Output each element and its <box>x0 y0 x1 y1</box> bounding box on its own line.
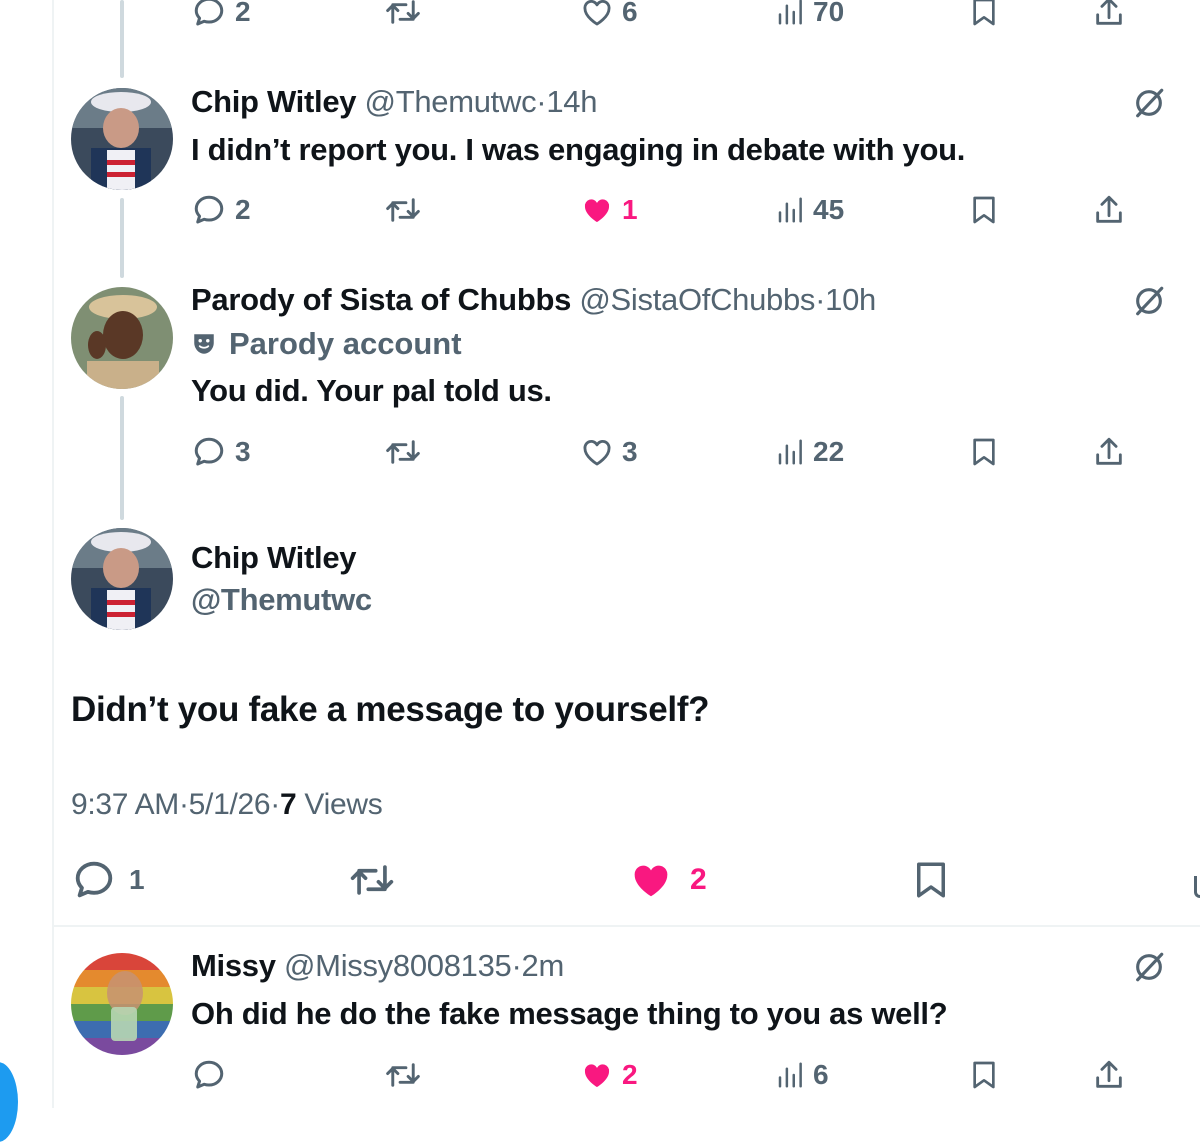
views-icon <box>778 197 802 223</box>
avatar[interactable] <box>71 88 173 190</box>
views-button[interactable]: 70 <box>775 0 844 32</box>
author-handle[interactable]: @Themutwc <box>191 582 372 618</box>
retweet-icon <box>386 0 420 24</box>
avatar[interactable] <box>71 953 173 1055</box>
tweet-meta: 9:37 AM·5/1/26·7 Views <box>71 788 383 821</box>
grok-icon[interactable] <box>1132 950 1166 984</box>
heart-icon <box>634 865 668 897</box>
divider <box>54 925 1200 927</box>
like-button[interactable]: 2 <box>580 1055 638 1095</box>
author-name[interactable]: Parody of Sista of Chubbs <box>191 282 571 317</box>
post-time[interactable]: 9:37 AM <box>71 788 179 821</box>
reply-button[interactable]: 2 <box>191 0 251 32</box>
heart-icon <box>583 0 611 26</box>
like-button[interactable]: 6 <box>580 0 638 32</box>
like-button[interactable]: 3 <box>580 432 638 472</box>
bookmark-button[interactable] <box>910 856 952 904</box>
share-icon <box>1096 195 1122 223</box>
retweet-button[interactable] <box>384 0 422 32</box>
focused-actions: 1 2 <box>0 856 1200 904</box>
share-icon <box>1096 1060 1122 1088</box>
tweet-header: Parody of Sista of Chubbs @SistaOfChubbs… <box>191 282 876 318</box>
timeline-border <box>52 0 54 1108</box>
focused-tweet-text: Didn’t you fake a message to yourself? <box>71 690 710 729</box>
like-button[interactable]: 2 <box>628 856 707 904</box>
share-icon[interactable] <box>1194 876 1200 898</box>
tweet-actions: 2 1 45 <box>0 190 1200 230</box>
heart-icon <box>583 440 611 466</box>
bookmark-button[interactable] <box>968 432 1000 472</box>
reply-icon <box>75 861 113 898</box>
tweet-text: I didn’t report you. I was engaging in d… <box>191 132 966 167</box>
heart-icon <box>584 1064 610 1088</box>
tweet-text: Oh did he do the fake message thing to y… <box>191 996 948 1031</box>
parody-label: Parody account <box>191 326 462 362</box>
parody-mask-icon <box>194 334 214 354</box>
separator: · <box>815 282 826 317</box>
post-date[interactable]: 5/1/26 <box>189 788 271 821</box>
reply-icon <box>194 0 224 26</box>
bookmark-icon <box>973 438 995 466</box>
retweet-button[interactable] <box>384 1055 422 1095</box>
reply-icon <box>194 437 224 466</box>
reply-icon <box>194 195 224 224</box>
timestamp[interactable]: 2m <box>522 948 565 983</box>
author-name[interactable]: Missy <box>191 948 276 983</box>
retweet-icon <box>386 198 420 222</box>
reply-button[interactable]: 3 <box>191 432 251 472</box>
heart-icon <box>584 199 610 223</box>
share-button[interactable] <box>1092 190 1126 230</box>
grok-icon[interactable] <box>1132 86 1166 120</box>
views-label: Views <box>304 788 383 821</box>
views-icon <box>778 0 802 25</box>
separator: · <box>536 84 547 119</box>
bookmark-icon <box>973 196 995 224</box>
reply-button[interactable]: 2 <box>191 190 251 230</box>
views-count: 7 <box>279 788 297 821</box>
tweet-actions: 2 6 70 <box>0 0 1200 32</box>
retweet-button[interactable] <box>384 190 422 230</box>
author-handle[interactable]: @SistaOfChubbs <box>579 282 815 317</box>
views-button[interactable]: 45 <box>775 190 844 230</box>
bookmark-button[interactable] <box>968 190 1000 230</box>
share-button[interactable] <box>1092 432 1126 472</box>
timestamp[interactable]: 10h <box>825 282 876 317</box>
views-button[interactable]: 6 <box>775 1055 829 1095</box>
bookmark-icon <box>917 862 945 898</box>
bookmark-button[interactable] <box>968 0 1000 32</box>
tweet-actions: 2 6 <box>0 1055 1200 1095</box>
share-icon <box>1096 0 1122 25</box>
reply-button[interactable]: 1 <box>71 856 145 904</box>
tweet-text: You did. Your pal told us. <box>191 373 552 408</box>
bookmark-icon <box>973 1061 995 1089</box>
author-name[interactable]: Chip Witley <box>191 540 357 576</box>
tweet-actions: 3 3 22 <box>0 432 1200 472</box>
share-icon <box>1096 437 1122 465</box>
bookmark-button[interactable] <box>968 1055 1000 1095</box>
views-icon <box>778 1062 802 1088</box>
retweet-icon <box>386 1063 420 1087</box>
grok-icon[interactable] <box>1132 284 1166 318</box>
views-button[interactable]: 22 <box>775 432 844 472</box>
reply-icon <box>194 1060 224 1089</box>
retweet-icon <box>386 440 420 464</box>
bookmark-icon <box>973 0 995 26</box>
share-button[interactable] <box>1092 0 1126 32</box>
tweet-header: Missy @Missy8008135·2m <box>191 948 564 984</box>
views-icon <box>778 439 802 465</box>
like-button[interactable]: 1 <box>580 190 638 230</box>
retweet-button[interactable] <box>384 432 422 472</box>
timestamp[interactable]: 14h <box>546 84 597 119</box>
retweet-icon <box>350 865 394 895</box>
reply-button[interactable] <box>191 1055 235 1095</box>
avatar[interactable] <box>71 287 173 389</box>
author-handle[interactable]: @Missy8008135 <box>284 948 512 983</box>
tweet-header: Chip Witley @Themutwc·14h <box>191 84 597 120</box>
retweet-button[interactable] <box>348 856 396 904</box>
avatar[interactable] <box>71 528 173 630</box>
share-button[interactable] <box>1092 1055 1126 1095</box>
separator: · <box>511 948 522 983</box>
author-name[interactable]: Chip Witley <box>191 84 357 119</box>
author-handle[interactable]: @Themutwc <box>365 84 537 119</box>
